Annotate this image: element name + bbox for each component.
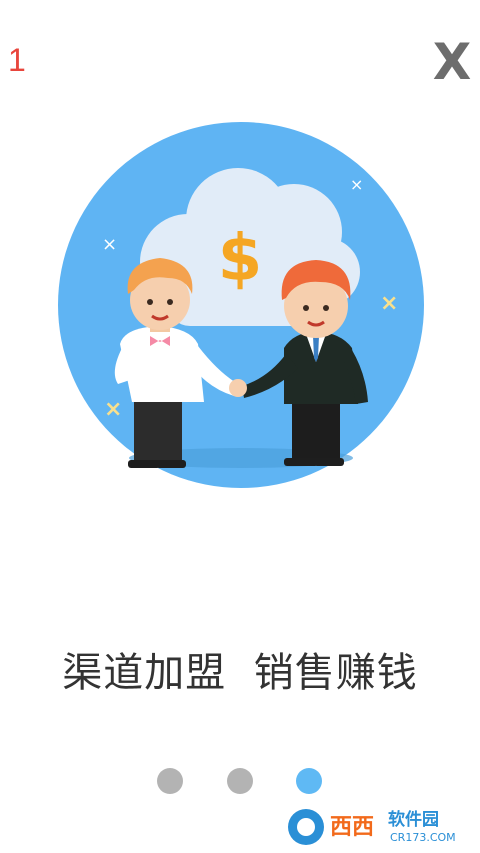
handshake-illustration: $ × × × × [58, 122, 424, 488]
close-button[interactable]: X [426, 36, 478, 88]
page-number: 1 [8, 42, 26, 78]
watermark-tagline: 软件园 [388, 809, 439, 830]
page-indicator [0, 768, 480, 796]
page-dot-1[interactable] [157, 768, 183, 794]
page-dot-2[interactable] [227, 768, 253, 794]
watermark-url: CR173.COM [390, 831, 456, 844]
dollar-sign-icon: $ [218, 222, 263, 296]
page-dot-3[interactable] [296, 768, 322, 794]
watermark-brand: 西西 [330, 815, 374, 840]
sparkle-icon: × [380, 291, 398, 316]
sparkle-icon: × [350, 175, 363, 194]
sparkle-icon: × [102, 234, 117, 255]
slogan-text: 渠道加盟 销售赚钱 [62, 650, 418, 696]
watermark-logo: 西西 软件园 CR173.COM [288, 809, 456, 845]
sparkle-icon: × [104, 397, 122, 422]
